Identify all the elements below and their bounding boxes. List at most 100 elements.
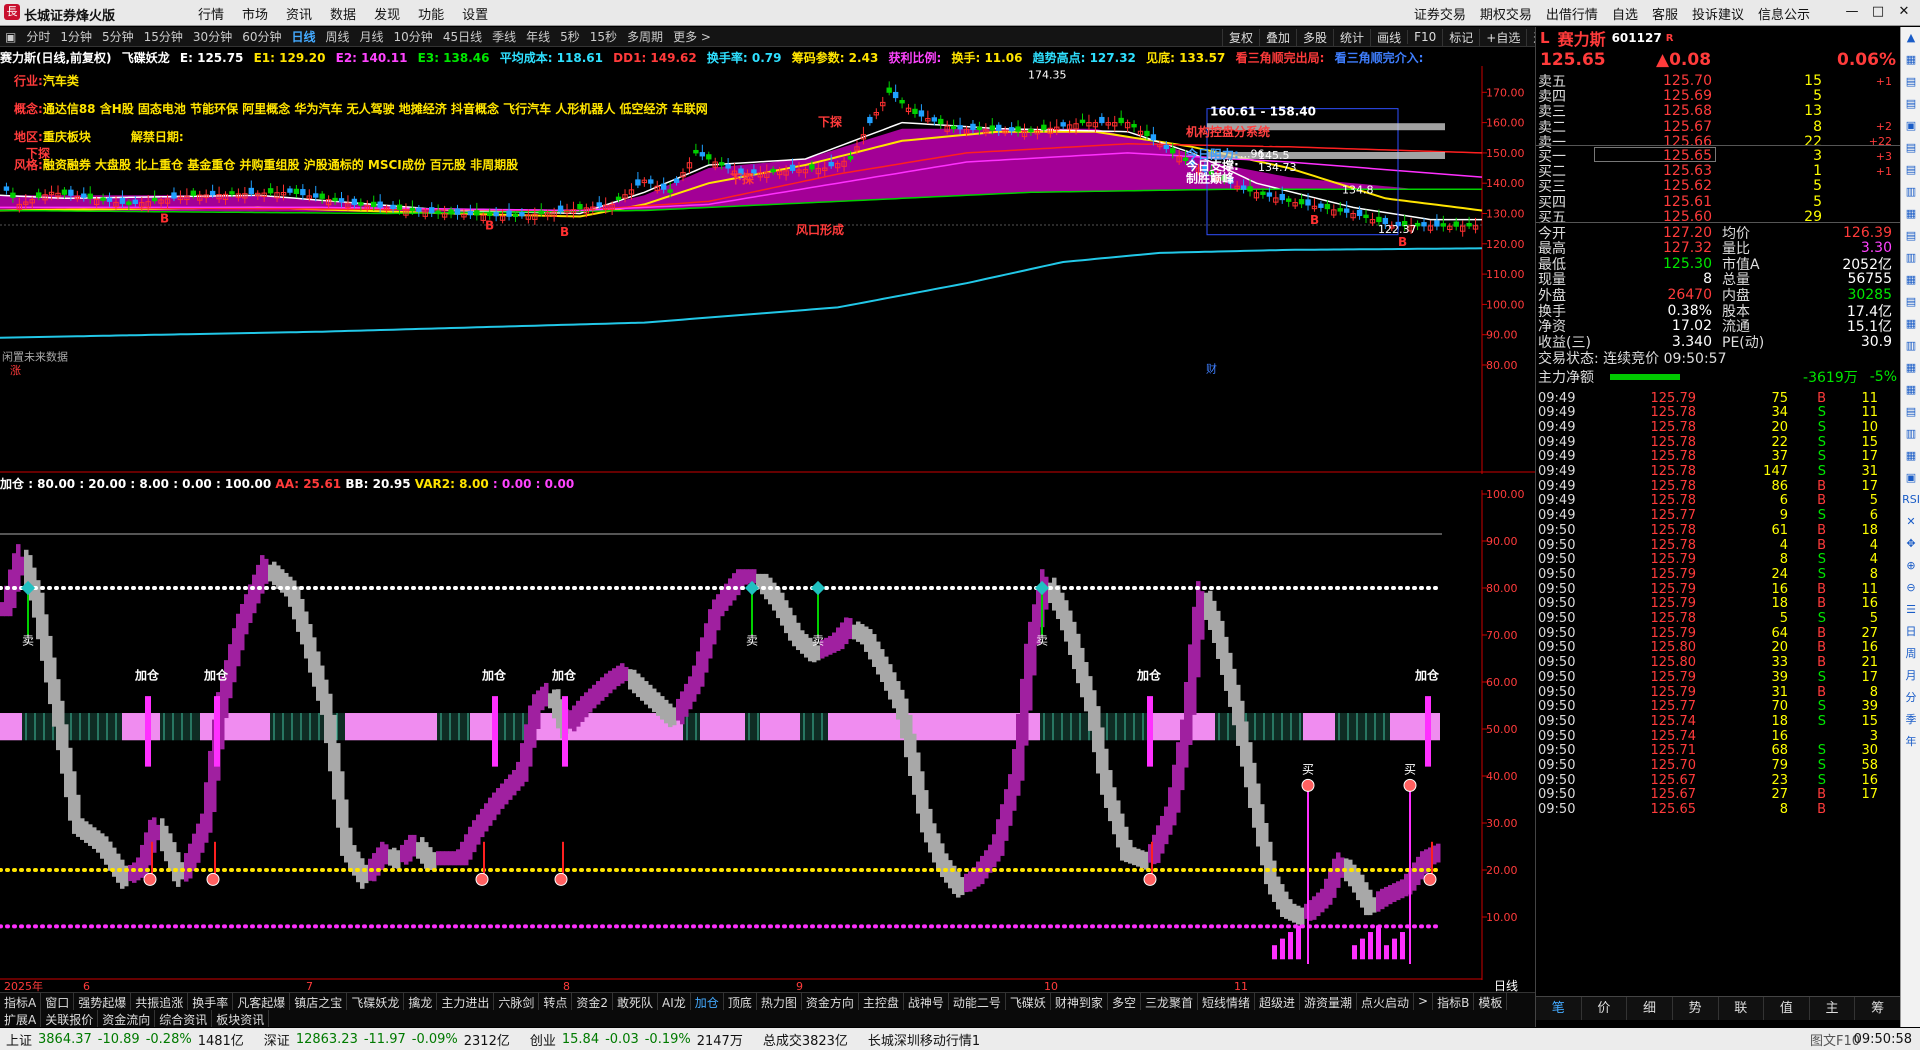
period-60min[interactable]: 60分钟 [237, 28, 286, 45]
maximize-icon[interactable]: □ [1868, 2, 1888, 22]
period-15sec[interactable]: 15秒 [585, 28, 622, 45]
toolbar-icon-5[interactable]: ▤ [1901, 137, 1920, 159]
detail-tab-4[interactable]: 联 [1719, 997, 1765, 1020]
toolbar-icon-31[interactable]: 季 [1901, 709, 1920, 731]
indicator-tab-14[interactable]: AI龙 [658, 993, 691, 1010]
indicator-tab-11[interactable]: 转点 [539, 993, 573, 1010]
quote-stock-name[interactable]: 赛力斯 [1550, 26, 1606, 50]
indicator-tab-8[interactable]: 擒龙 [404, 993, 438, 1010]
indicator-tab-32[interactable]: 模板 [1474, 993, 1508, 1010]
toolbar-icon-26[interactable]: ☰ [1901, 599, 1920, 621]
indicator-name[interactable]: 飞碟妖龙 [122, 51, 170, 65]
period-yearly[interactable]: 年线 [521, 28, 555, 45]
period-intraday[interactable]: 分时 [21, 28, 55, 45]
menu-toggle-icon[interactable]: ▣ [0, 30, 21, 44]
indicator-tab-18[interactable]: 资金方向 [802, 993, 859, 1010]
period-10min[interactable]: 10分钟 [389, 28, 438, 45]
toolbar-icon-25[interactable]: ⊖ [1901, 577, 1920, 599]
period-1min[interactable]: 1分钟 [55, 28, 97, 45]
toolbar-icon-1[interactable]: ▦ [1901, 49, 1920, 71]
toolbar-icon-8[interactable]: ▦ [1901, 203, 1920, 225]
indicator-tab-1[interactable]: 窗口 [41, 993, 75, 1010]
extension-tab-0[interactable]: 扩展A [0, 1010, 42, 1027]
menu-news[interactable]: 资讯 [286, 4, 312, 23]
indicator-tab-22[interactable]: 飞碟妖 [1006, 993, 1051, 1010]
link-disclosure[interactable]: 信息公示 [1758, 4, 1810, 23]
indicator-tab-13[interactable]: 敢死队 [613, 993, 659, 1010]
toolbar-icon-3[interactable]: ▤ [1901, 93, 1920, 115]
tool-f10[interactable]: F10 [1407, 30, 1442, 44]
detail-tab-2[interactable]: 细 [1627, 997, 1673, 1020]
toolbar-icon-19[interactable]: ▦ [1901, 445, 1920, 467]
close-icon[interactable]: ✕ [1894, 2, 1914, 22]
period-multi[interactable]: 多周期 [622, 28, 668, 45]
indicator-tab-12[interactable]: 资金2 [572, 993, 614, 1010]
toolbar-icon-13[interactable]: ▦ [1901, 313, 1920, 335]
period-5min[interactable]: 5分钟 [97, 28, 139, 45]
indicator-tab-10[interactable]: 六脉剑 [494, 993, 540, 1010]
detail-tab-5[interactable]: 值 [1764, 997, 1810, 1020]
link-options-trade[interactable]: 期权交易 [1480, 4, 1532, 23]
detail-tab-0[interactable]: 笔 [1536, 997, 1582, 1020]
indicator-tab-9[interactable]: 主力进出 [437, 993, 495, 1010]
detail-tab-6[interactable]: 主 [1810, 997, 1856, 1020]
period-daily[interactable]: 日线 [286, 28, 320, 45]
extension-tab-3[interactable]: 综合资讯 [155, 1010, 213, 1027]
tool-add-watch[interactable]: +自选 [1479, 28, 1526, 46]
tool-stats[interactable]: 统计 [1333, 28, 1370, 46]
tool-multi-stock[interactable]: 多股 [1296, 28, 1333, 46]
indicator-tab-21[interactable]: 动能二号 [949, 993, 1006, 1010]
add-position-oscillator[interactable]: 加仓 加仓 加仓 加仓 加仓 加仓 卖 卖 卖 卖买 买 100.00 90.00 80.00 70.00… [0, 490, 1535, 980]
link-lending-quote[interactable]: 出借行情 [1546, 4, 1598, 23]
toolbar-icon-27[interactable]: 日 [1901, 621, 1920, 643]
detail-tab-3[interactable]: 势 [1673, 997, 1719, 1020]
menu-data[interactable]: 数据 [330, 4, 356, 23]
indicator-tab-25[interactable]: 三龙聚首 [1141, 993, 1198, 1010]
tool-draw[interactable]: 画线 [1370, 28, 1407, 46]
toolbar-icon-20[interactable]: ▣ [1901, 467, 1920, 489]
toolbar-icon-30[interactable]: 分 [1901, 687, 1920, 709]
sh-index-label[interactable]: 上证 [6, 1030, 32, 1049]
indicator-tab-16[interactable]: 顶底 [724, 993, 757, 1010]
toolbar-icon-2[interactable]: ▤ [1901, 71, 1920, 93]
period-more[interactable]: 更多 > [668, 28, 716, 45]
indicator-tab-28[interactable]: 游资量潮 [1300, 993, 1358, 1010]
toolbar-icon-17[interactable]: ▤ [1901, 401, 1920, 423]
extension-tab-2[interactable]: 资金流向 [98, 1010, 156, 1027]
toolbar-icon-29[interactable]: 月 [1901, 665, 1920, 687]
link-securities-trade[interactable]: 证券交易 [1414, 4, 1466, 23]
extension-tab-1[interactable]: 关联报价 [41, 1010, 99, 1027]
tool-adjust[interactable]: 复权 [1222, 28, 1259, 46]
menu-discover[interactable]: 发现 [374, 4, 400, 23]
indicator-tab-0[interactable]: 指标A [0, 993, 42, 1010]
footer-f10[interactable]: 图文F10 [1810, 1030, 1860, 1049]
link-service[interactable]: 客服 [1652, 4, 1678, 23]
toolbar-icon-14[interactable]: ▥ [1901, 335, 1920, 357]
indicator-tab-20[interactable]: 战神号 [904, 993, 949, 1010]
minimize-icon[interactable]: — [1842, 2, 1862, 22]
indicator-tab-7[interactable]: 飞碟妖龙 [347, 993, 405, 1010]
indicator-tab-2[interactable]: 强势起爆 [74, 993, 132, 1010]
toolbar-icon-7[interactable]: ▥ [1901, 181, 1920, 203]
toolbar-icon-9[interactable]: ▤ [1901, 225, 1920, 247]
toolbar-icon-23[interactable]: ✥ [1901, 533, 1920, 555]
period-monthly[interactable]: 月线 [355, 28, 389, 45]
tool-overlay[interactable]: 叠加 [1259, 28, 1296, 46]
detail-tab-1[interactable]: 价 [1582, 997, 1628, 1020]
indicator-tab-5[interactable]: 凡客起爆 [233, 993, 291, 1010]
cy-index-label[interactable]: 创业 [530, 1030, 556, 1049]
toolbar-icon-32[interactable]: 年 [1901, 731, 1920, 753]
period-30min[interactable]: 30分钟 [188, 28, 237, 45]
link-complaint[interactable]: 投诉建议 [1692, 4, 1744, 23]
indicator-tab-3[interactable]: 共振追涨 [131, 993, 189, 1010]
indicator-tab-23[interactable]: 财神到家 [1051, 993, 1108, 1010]
indicator-tab-30[interactable]: > [1414, 993, 1434, 1010]
sz-index-label[interactable]: 深证 [264, 1030, 290, 1049]
indicator-tab-24[interactable]: 多空 [1108, 993, 1141, 1010]
period-5sec[interactable]: 5秒 [555, 28, 585, 45]
period-45day[interactable]: 45日线 [438, 28, 487, 45]
indicator-tab-15[interactable]: 加仓 [691, 993, 724, 1010]
period-15min[interactable]: 15分钟 [139, 28, 188, 45]
toolbar-icon-22[interactable]: ✕ [1901, 511, 1920, 533]
detail-tab-7[interactable]: 筹 [1855, 997, 1901, 1020]
